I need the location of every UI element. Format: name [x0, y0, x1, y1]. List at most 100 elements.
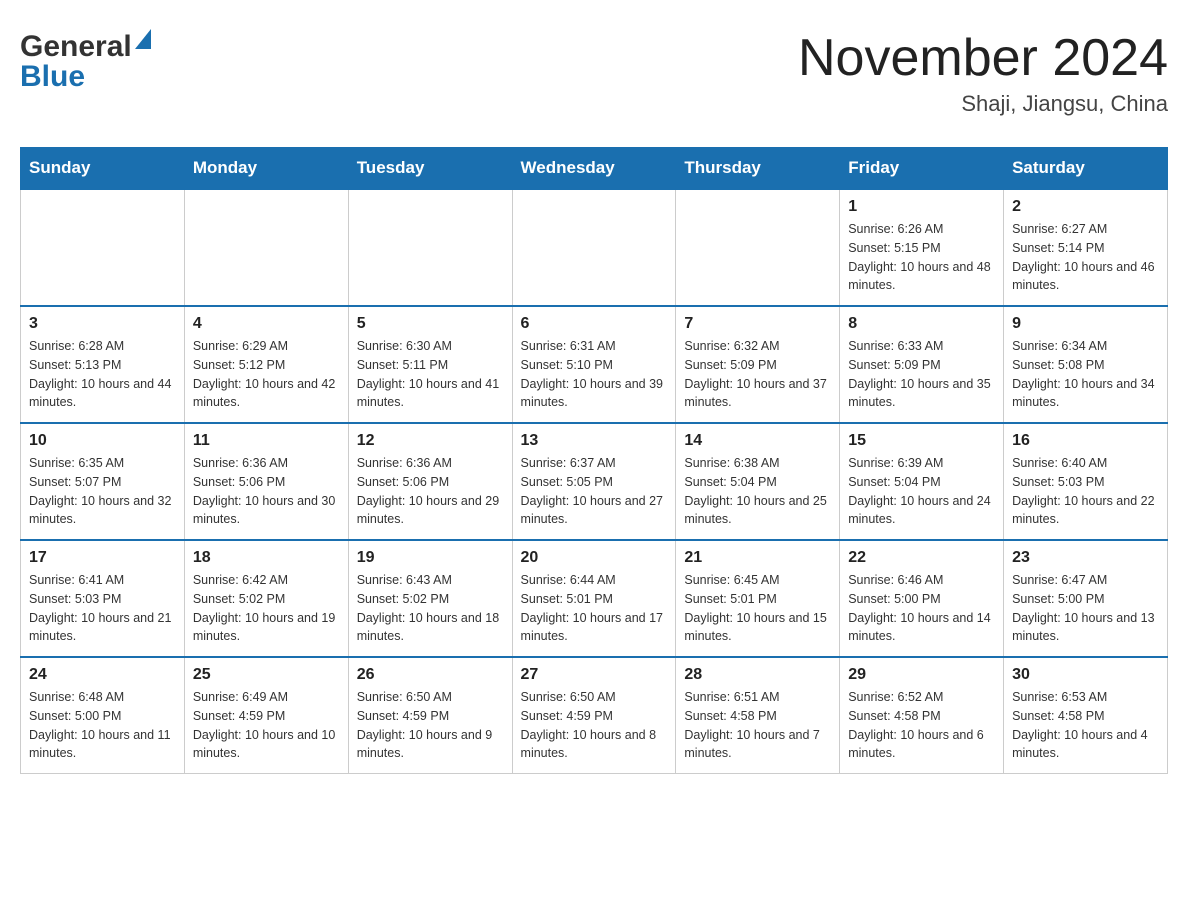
- day-info: Sunrise: 6:52 AM Sunset: 4:58 PM Dayligh…: [848, 688, 995, 763]
- day-number: 29: [848, 666, 995, 684]
- calendar-week-4: 17Sunrise: 6:41 AM Sunset: 5:03 PM Dayli…: [21, 540, 1168, 657]
- day-info: Sunrise: 6:46 AM Sunset: 5:00 PM Dayligh…: [848, 571, 995, 646]
- day-number: 26: [357, 666, 504, 684]
- day-info: Sunrise: 6:40 AM Sunset: 5:03 PM Dayligh…: [1012, 454, 1159, 529]
- calendar-week-2: 3Sunrise: 6:28 AM Sunset: 5:13 PM Daylig…: [21, 306, 1168, 423]
- day-info: Sunrise: 6:35 AM Sunset: 5:07 PM Dayligh…: [29, 454, 176, 529]
- day-info: Sunrise: 6:50 AM Sunset: 4:59 PM Dayligh…: [357, 688, 504, 763]
- weekday-header-friday: Friday: [840, 148, 1004, 190]
- calendar-cell: 3Sunrise: 6:28 AM Sunset: 5:13 PM Daylig…: [21, 306, 185, 423]
- day-number: 20: [521, 549, 668, 567]
- calendar-subtitle: Shaji, Jiangsu, China: [798, 91, 1168, 117]
- weekday-header-monday: Monday: [184, 148, 348, 190]
- day-info: Sunrise: 6:47 AM Sunset: 5:00 PM Dayligh…: [1012, 571, 1159, 646]
- calendar-cell: 28 Sunrise: 6:51 AM Sunset: 4:58 PM Dayli…: [676, 657, 840, 774]
- logo-general-text: General: [20, 30, 132, 64]
- day-number: 16: [1012, 432, 1159, 450]
- day-info: Sunrise: 6:27 AM Sunset: 5:14 PM Dayligh…: [1012, 220, 1159, 295]
- calendar-cell: [348, 189, 512, 306]
- day-info: Sunrise: 6:43 AM Sunset: 5:02 PM Dayligh…: [357, 571, 504, 646]
- calendar-cell: 14 Sunrise: 6:38 AM Sunset: 5:04 PM Dayli…: [676, 423, 840, 540]
- day-number: 27: [521, 666, 668, 684]
- calendar-week-5: 24 Sunrise: 6:48 AM Sunset: 5:00 PM Dayli…: [21, 657, 1168, 774]
- day-number: 28: [684, 666, 831, 684]
- calendar-cell: 13 Sunrise: 6:37 AM Sunset: 5:05 PM Dayli…: [512, 423, 676, 540]
- day-number: 10: [29, 432, 176, 450]
- day-number: 19: [357, 549, 504, 567]
- day-number: 5: [357, 315, 504, 333]
- calendar-title: November 2024: [798, 30, 1168, 87]
- page-header: General Blue November 2024 Shaji, Jiangs…: [20, 20, 1168, 127]
- day-number: 3: [29, 315, 176, 333]
- title-area: November 2024 Shaji, Jiangsu, China: [798, 30, 1168, 117]
- day-number: 30: [1012, 666, 1159, 684]
- calendar-cell: 30Sunrise: 6:53 AM Sunset: 4:58 PM Dayli…: [1004, 657, 1168, 774]
- day-number: 2: [1012, 198, 1159, 216]
- day-info: Sunrise: 6:38 AM Sunset: 5:04 PM Dayligh…: [684, 454, 831, 529]
- calendar-cell: 22 Sunrise: 6:46 AM Sunset: 5:00 PM Dayli…: [840, 540, 1004, 657]
- calendar-cell: 21Sunrise: 6:45 AM Sunset: 5:01 PM Dayli…: [676, 540, 840, 657]
- calendar-cell: 4 Sunrise: 6:29 AM Sunset: 5:12 PM Daylig…: [184, 306, 348, 423]
- day-info: Sunrise: 6:32 AM Sunset: 5:09 PM Dayligh…: [684, 337, 831, 412]
- calendar-cell: 19 Sunrise: 6:43 AM Sunset: 5:02 PM Dayli…: [348, 540, 512, 657]
- calendar-cell: 2 Sunrise: 6:27 AM Sunset: 5:14 PM Daylig…: [1004, 189, 1168, 306]
- weekday-header-row: SundayMondayTuesdayWednesdayThursdayFrid…: [21, 148, 1168, 190]
- day-info: Sunrise: 6:42 AM Sunset: 5:02 PM Dayligh…: [193, 571, 340, 646]
- calendar-cell: 6 Sunrise: 6:31 AM Sunset: 5:10 PM Daylig…: [512, 306, 676, 423]
- day-number: 15: [848, 432, 995, 450]
- logo-triangle-icon: [135, 29, 151, 54]
- weekday-header-thursday: Thursday: [676, 148, 840, 190]
- day-info: Sunrise: 6:37 AM Sunset: 5:05 PM Dayligh…: [521, 454, 668, 529]
- calendar-cell: [184, 189, 348, 306]
- calendar-cell: 20 Sunrise: 6:44 AM Sunset: 5:01 PM Dayli…: [512, 540, 676, 657]
- calendar-cell: 29 Sunrise: 6:52 AM Sunset: 4:58 PM Dayli…: [840, 657, 1004, 774]
- day-info: Sunrise: 6:41 AM Sunset: 5:03 PM Dayligh…: [29, 571, 176, 646]
- calendar-week-3: 10 Sunrise: 6:35 AM Sunset: 5:07 PM Dayli…: [21, 423, 1168, 540]
- day-info: Sunrise: 6:30 AM Sunset: 5:11 PM Dayligh…: [357, 337, 504, 412]
- day-info: Sunrise: 6:34 AM Sunset: 5:08 PM Dayligh…: [1012, 337, 1159, 412]
- day-info: Sunrise: 6:36 AM Sunset: 5:06 PM Dayligh…: [193, 454, 340, 529]
- day-number: 1: [848, 198, 995, 216]
- day-number: 22: [848, 549, 995, 567]
- calendar-week-1: 1Sunrise: 6:26 AM Sunset: 5:15 PM Daylig…: [21, 189, 1168, 306]
- calendar-cell: 18Sunrise: 6:42 AM Sunset: 5:02 PM Dayli…: [184, 540, 348, 657]
- day-number: 4: [193, 315, 340, 333]
- day-number: 12: [357, 432, 504, 450]
- day-number: 25: [193, 666, 340, 684]
- day-info: Sunrise: 6:48 AM Sunset: 5:00 PM Dayligh…: [29, 688, 176, 763]
- calendar-cell: 25Sunrise: 6:49 AM Sunset: 4:59 PM Dayli…: [184, 657, 348, 774]
- calendar-cell: 1Sunrise: 6:26 AM Sunset: 5:15 PM Daylig…: [840, 189, 1004, 306]
- day-number: 23: [1012, 549, 1159, 567]
- day-info: Sunrise: 6:36 AM Sunset: 5:06 PM Dayligh…: [357, 454, 504, 529]
- calendar-table: SundayMondayTuesdayWednesdayThursdayFrid…: [20, 147, 1168, 774]
- day-number: 11: [193, 432, 340, 450]
- day-info: Sunrise: 6:51 AM Sunset: 4:58 PM Dayligh…: [684, 688, 831, 763]
- day-info: Sunrise: 6:33 AM Sunset: 5:09 PM Dayligh…: [848, 337, 995, 412]
- calendar-cell: 27 Sunrise: 6:50 AM Sunset: 4:59 PM Dayli…: [512, 657, 676, 774]
- calendar-cell: 9Sunrise: 6:34 AM Sunset: 5:08 PM Daylig…: [1004, 306, 1168, 423]
- day-number: 8: [848, 315, 995, 333]
- calendar-cell: 17Sunrise: 6:41 AM Sunset: 5:03 PM Dayli…: [21, 540, 185, 657]
- calendar-cell: [676, 189, 840, 306]
- day-number: 13: [521, 432, 668, 450]
- day-number: 14: [684, 432, 831, 450]
- calendar-cell: [512, 189, 676, 306]
- weekday-header-tuesday: Tuesday: [348, 148, 512, 190]
- calendar-cell: 11 Sunrise: 6:36 AM Sunset: 5:06 PM Dayli…: [184, 423, 348, 540]
- calendar-cell: 5 Sunrise: 6:30 AM Sunset: 5:11 PM Daylig…: [348, 306, 512, 423]
- day-info: Sunrise: 6:31 AM Sunset: 5:10 PM Dayligh…: [521, 337, 668, 412]
- day-info: Sunrise: 6:50 AM Sunset: 4:59 PM Dayligh…: [521, 688, 668, 763]
- logo: General Blue: [20, 30, 151, 94]
- calendar-cell: 26 Sunrise: 6:50 AM Sunset: 4:59 PM Dayli…: [348, 657, 512, 774]
- calendar-cell: 16 Sunrise: 6:40 AM Sunset: 5:03 PM Dayli…: [1004, 423, 1168, 540]
- day-info: Sunrise: 6:44 AM Sunset: 5:01 PM Dayligh…: [521, 571, 668, 646]
- day-number: 24: [29, 666, 176, 684]
- weekday-header-saturday: Saturday: [1004, 148, 1168, 190]
- day-number: 21: [684, 549, 831, 567]
- calendar-cell: 15Sunrise: 6:39 AM Sunset: 5:04 PM Dayli…: [840, 423, 1004, 540]
- day-number: 6: [521, 315, 668, 333]
- calendar-cell: 7Sunrise: 6:32 AM Sunset: 5:09 PM Daylig…: [676, 306, 840, 423]
- calendar-cell: 10 Sunrise: 6:35 AM Sunset: 5:07 PM Dayli…: [21, 423, 185, 540]
- calendar-cell: 12 Sunrise: 6:36 AM Sunset: 5:06 PM Dayli…: [348, 423, 512, 540]
- day-info: Sunrise: 6:29 AM Sunset: 5:12 PM Dayligh…: [193, 337, 340, 412]
